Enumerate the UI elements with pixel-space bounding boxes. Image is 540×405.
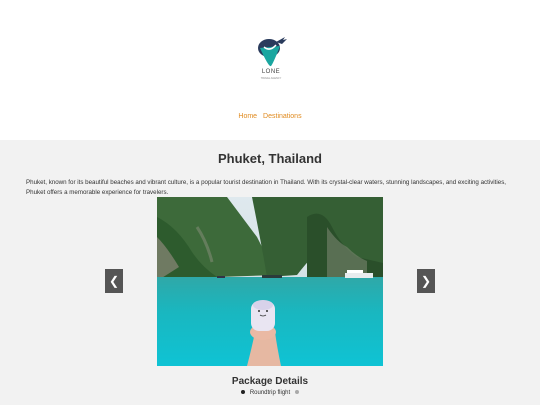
- nav-home-link[interactable]: Home: [238, 113, 257, 120]
- main-nav: Home Destinations: [0, 113, 540, 120]
- plane-pin-icon: [258, 37, 287, 67]
- destination-title: Phuket, Thailand: [217, 151, 322, 166]
- destination-section: Phuket, Thailand Phuket, known for its b…: [0, 140, 540, 405]
- destination-description: Phuket, known for its beautiful beaches …: [26, 179, 507, 196]
- package-item: Roundtrip flight: [249, 390, 291, 396]
- package-items-list: Roundtrip flight: [0, 390, 540, 396]
- carousel-dot[interactable]: [294, 390, 299, 395]
- carousel-next-button[interactable]: ❯: [417, 269, 435, 293]
- package-details-heading: Package Details: [231, 376, 309, 387]
- site-header: LONE TRAVEL AGENCY Home Destinations: [0, 0, 540, 140]
- brand-name: LONE: [261, 69, 281, 75]
- carousel-prev-button[interactable]: ❮: [105, 269, 123, 293]
- chevron-left-icon: ❮: [108, 274, 120, 288]
- chevron-right-icon: ❯: [420, 274, 432, 288]
- carousel-dot-active[interactable]: [241, 390, 246, 395]
- nav-destinations-link[interactable]: Destinations: [263, 113, 302, 120]
- bay-photo-image: [157, 197, 383, 366]
- brand-logo[interactable]: LONE TRAVEL AGENCY: [254, 34, 288, 82]
- destination-photo: [157, 197, 383, 366]
- brand-tagline: TRAVEL AGENCY: [260, 77, 282, 80]
